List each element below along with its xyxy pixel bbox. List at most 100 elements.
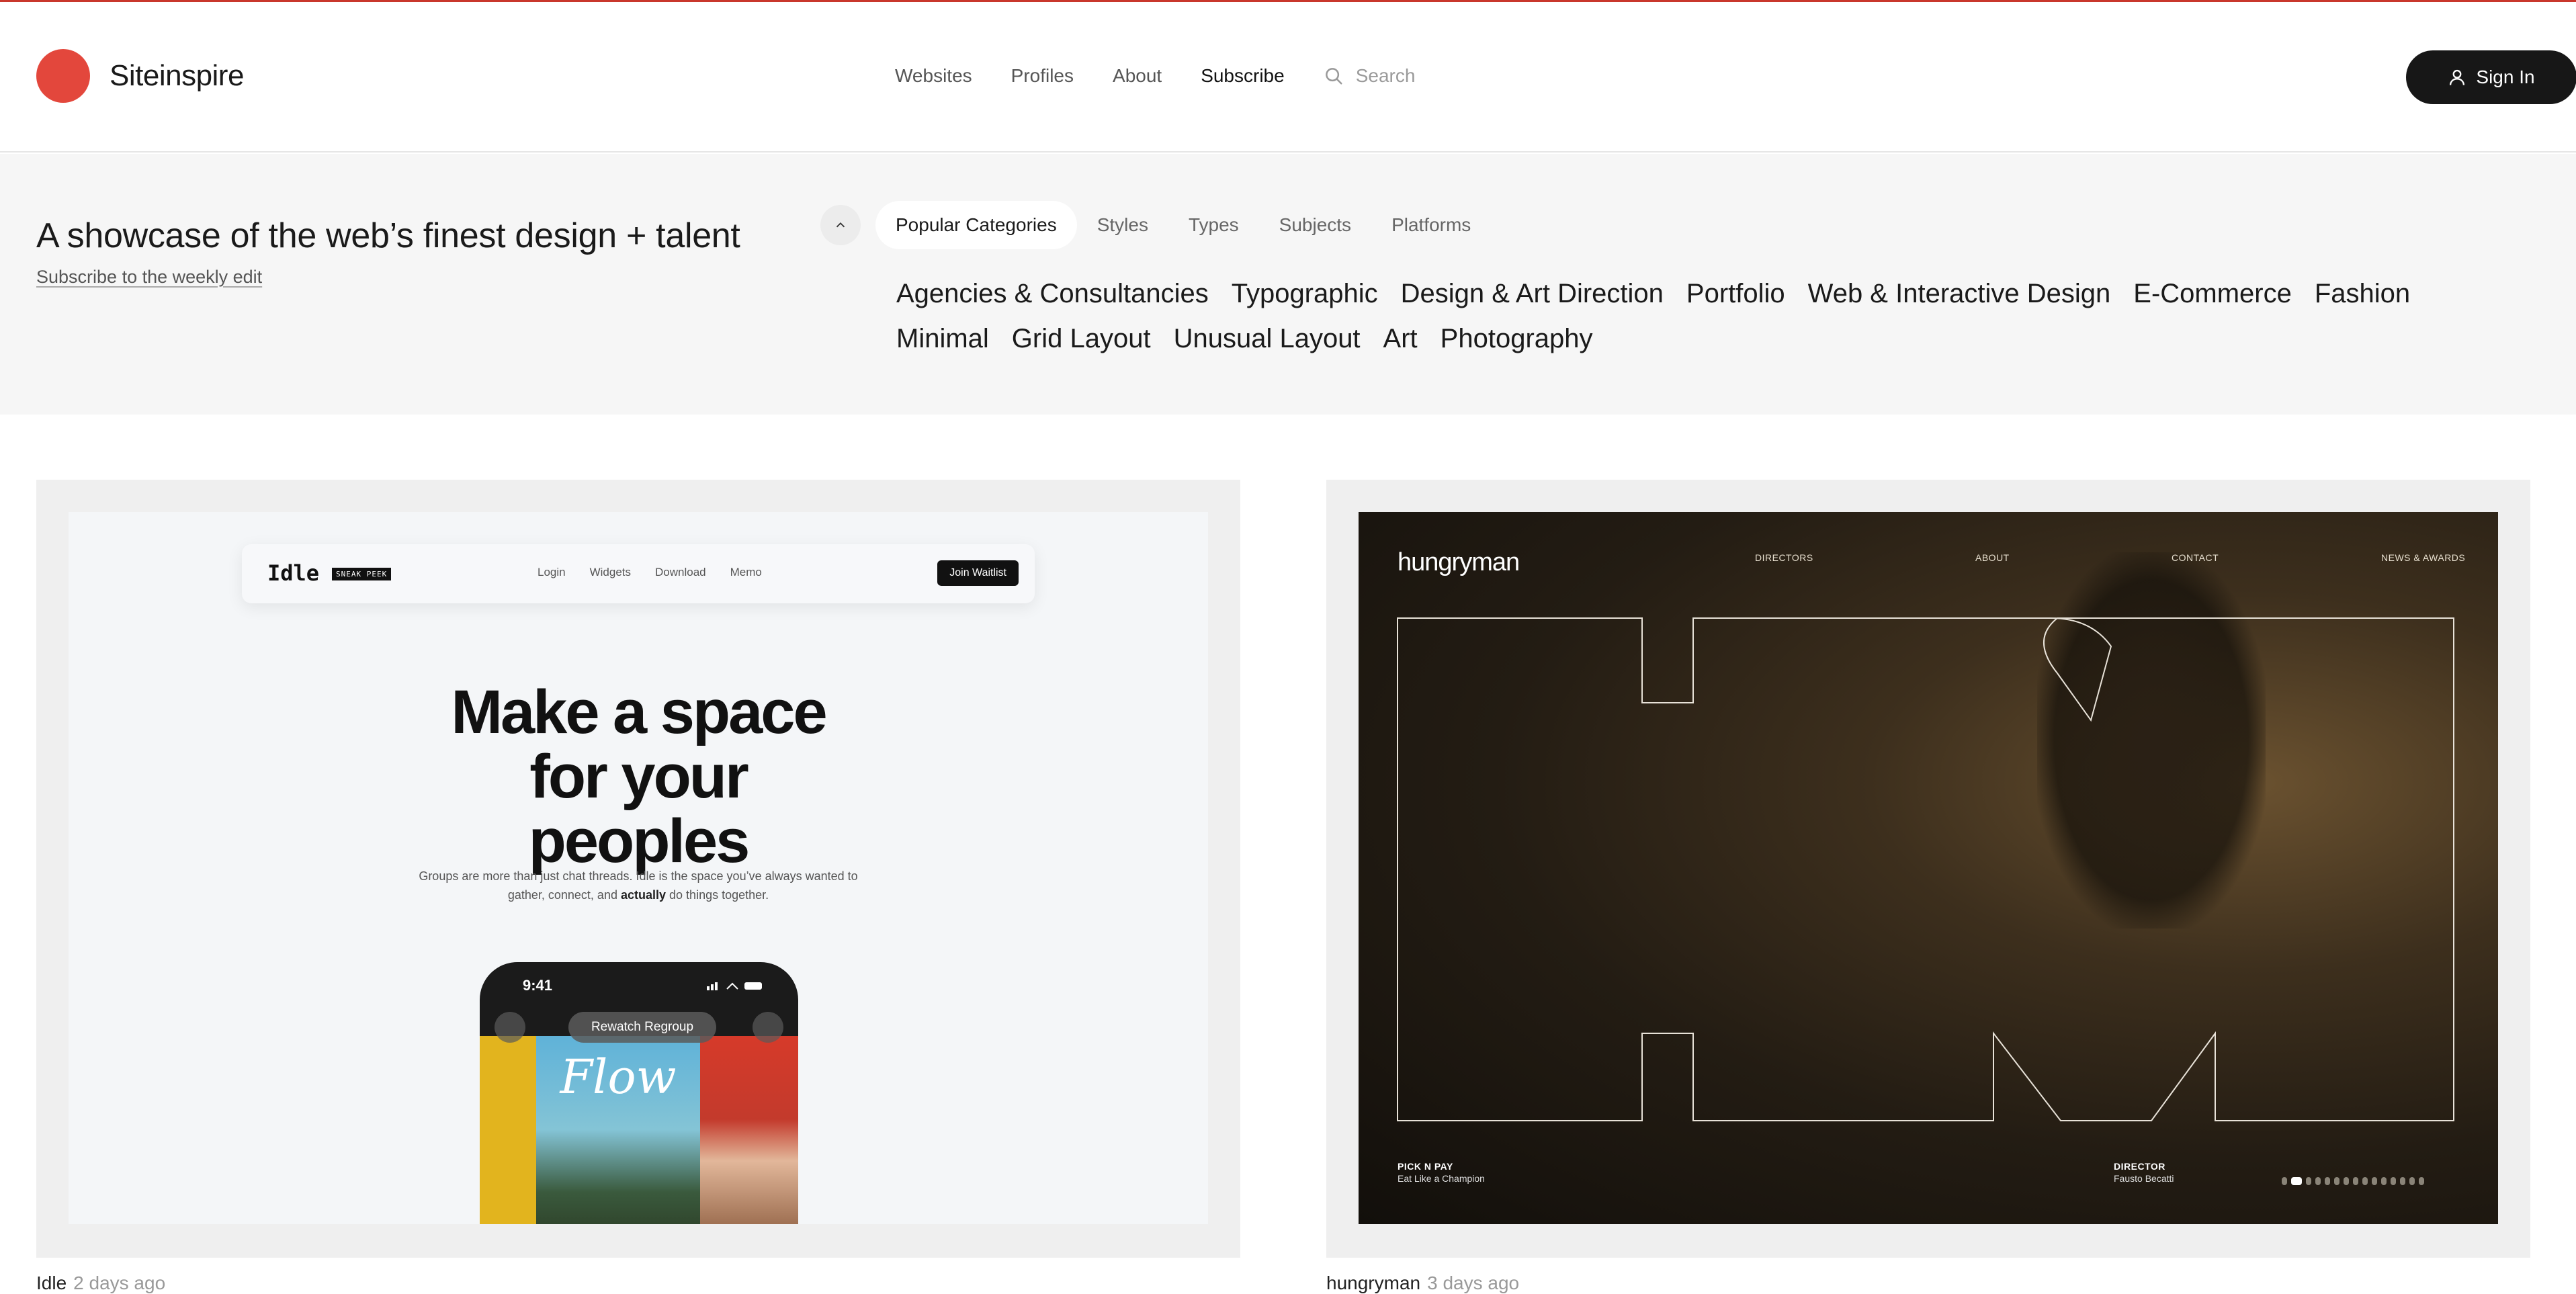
site-screenshot[interactable]: hungryman DIRECTORS ABOUT CONTACT NEWS &… — [1359, 512, 2498, 1224]
category-link[interactable]: Fashion — [2315, 279, 2410, 309]
hm-director: DIRECTOR Fausto Becatti — [2114, 1161, 2174, 1184]
category-link[interactable]: Design & Art Direction — [1401, 279, 1664, 309]
chevron-up-icon — [836, 222, 845, 228]
hm-nav-item: ABOUT — [1975, 552, 2010, 563]
sign-in-button[interactable]: Sign In — [2406, 50, 2576, 104]
slide-dot — [2353, 1177, 2358, 1185]
hero-band: A showcase of the web’s finest design + … — [0, 154, 2576, 415]
poster-right — [700, 1036, 798, 1224]
poster-title: Flow — [560, 1049, 677, 1105]
hero-tagline: A showcase of the web’s finest design + … — [36, 216, 740, 255]
idle-headline: Make a space for your peoples — [451, 678, 827, 875]
nav-websites[interactable]: Websites — [895, 65, 972, 87]
search-input[interactable] — [1355, 65, 1531, 87]
slide-dot — [2381, 1177, 2387, 1185]
category-link[interactable]: Typographic — [1232, 279, 1378, 309]
idle-join-button: Join Waitlist — [937, 560, 1019, 586]
nav-profiles[interactable]: Profiles — [1011, 65, 1074, 87]
card-date: 2 days ago — [73, 1273, 166, 1293]
idle-logo: Idle — [267, 560, 320, 586]
category-link[interactable]: Agencies & Consultancies — [896, 279, 1209, 309]
slide-dot — [2315, 1177, 2321, 1185]
slide-dot — [2391, 1177, 2396, 1185]
card-title: Idle — [36, 1273, 67, 1293]
tab-subjects[interactable]: Subjects — [1259, 201, 1371, 249]
idle-badge: SNEAK PEEK — [332, 568, 392, 580]
sign-in-label: Sign In — [2476, 67, 2535, 87]
collapse-categories-button[interactable] — [820, 205, 861, 245]
idle-link: Login — [538, 566, 566, 578]
search-box[interactable] — [1324, 65, 1531, 87]
poster-main: Flow — [536, 1036, 700, 1224]
hm-logo: hungryman — [1398, 548, 1520, 576]
subscribe-weekly-link[interactable]: Subscribe to the weekly edit — [36, 267, 262, 288]
tab-styles[interactable]: Styles — [1077, 201, 1168, 249]
status-icons — [707, 982, 762, 990]
category-tabs: Popular Categories Styles Types Subjects… — [875, 201, 1491, 249]
poster-left — [480, 1036, 536, 1224]
category-link[interactable]: Web & Interactive Design — [1808, 279, 2111, 309]
brand-name[interactable]: Siteinspire — [110, 59, 244, 93]
card-title: hungryman — [1326, 1273, 1421, 1293]
category-link[interactable]: Grid Layout — [1012, 324, 1151, 354]
category-link[interactable]: Portfolio — [1686, 279, 1785, 309]
category-link[interactable]: Unusual Layout — [1174, 324, 1361, 354]
site-screenshot[interactable]: Idle SNEAK PEEK Login Widgets Download M… — [69, 512, 1208, 1224]
main-nav: Websites Profiles About Subscribe — [895, 65, 1531, 87]
idle-subtext-line: gather, connect, and actually do things … — [507, 888, 769, 902]
site-header: Siteinspire Websites Profiles About Subs… — [0, 2, 2576, 153]
category-row: Agencies & Consultancies Typographic Des… — [896, 279, 2509, 309]
category-row: Minimal Grid Layout Unusual Layout Art P… — [896, 324, 2509, 354]
category-list: Agencies & Consultancies Typographic Des… — [896, 279, 2509, 369]
phone-mockup: Flow 9:41 Rewatch Regroup — [480, 962, 798, 1224]
idle-links: Login Widgets Download Memo — [538, 566, 786, 579]
idle-link: Widgets — [589, 566, 632, 578]
category-link[interactable]: Minimal — [896, 324, 989, 354]
phone-pill: Rewatch Regroup — [568, 1012, 716, 1043]
slide-dot — [2344, 1177, 2349, 1185]
site-card-hungryman[interactable]: hungryman DIRECTORS ABOUT CONTACT NEWS &… — [1326, 480, 2530, 1258]
card-date: 3 days ago — [1427, 1273, 1520, 1293]
tab-platforms[interactable]: Platforms — [1371, 201, 1491, 249]
slide-dot — [2362, 1177, 2368, 1185]
hm-nav-item: CONTACT — [2172, 552, 2219, 563]
hm-nav-item: DIRECTORS — [1755, 552, 1813, 563]
idle-subtext: Groups are more than just chat threads. … — [69, 867, 1208, 904]
slide-dot — [2325, 1177, 2330, 1185]
idle-link: Download — [655, 566, 706, 578]
slide-dot — [2282, 1177, 2287, 1185]
slide-dot — [2372, 1177, 2377, 1185]
slide-dot — [2419, 1177, 2424, 1185]
category-link[interactable]: Photography — [1441, 324, 1593, 354]
category-link[interactable]: Art — [1383, 324, 1418, 354]
tab-popular-categories[interactable]: Popular Categories — [875, 201, 1077, 249]
slide-dot — [2409, 1177, 2415, 1185]
logo-mark[interactable] — [36, 49, 90, 103]
phone-time: 9:41 — [523, 977, 553, 994]
hm-director-label: DIRECTOR — [2114, 1161, 2165, 1172]
idle-link: Memo — [730, 566, 762, 578]
hm-outline-logo — [1397, 617, 2454, 1121]
card-caption[interactable]: hungryman 3 days ago — [1326, 1273, 1519, 1294]
hm-director-value: Fausto Becatti — [2114, 1173, 2174, 1184]
hm-nav-item: NEWS & AWARDS — [2381, 552, 2466, 563]
nav-subscribe[interactable]: Subscribe — [1201, 65, 1285, 87]
idle-subtext-line: Groups are more than just chat threads. … — [419, 869, 858, 883]
search-icon — [1325, 68, 1342, 85]
grid-icon — [753, 1012, 783, 1043]
card-caption[interactable]: Idle 2 days ago — [36, 1273, 165, 1294]
slide-dot — [2400, 1177, 2405, 1185]
chevron-left-icon — [495, 1012, 525, 1043]
hm-client-label: PICK N PAY — [1398, 1161, 1453, 1172]
slide-dot — [2334, 1177, 2339, 1185]
slide-dots — [2282, 1177, 2428, 1185]
tab-types[interactable]: Types — [1168, 201, 1259, 249]
site-card-idle[interactable]: Idle SNEAK PEEK Login Widgets Download M… — [36, 480, 1240, 1258]
slide-dot — [2306, 1177, 2311, 1185]
hm-client-value: Eat Like a Champion — [1398, 1173, 1485, 1184]
category-link[interactable]: E-Commerce — [2133, 279, 2292, 309]
idle-navbar: Idle SNEAK PEEK Login Widgets Download M… — [242, 544, 1035, 603]
user-icon — [2450, 69, 2465, 85]
hm-client: PICK N PAY Eat Like a Champion — [1398, 1161, 1485, 1184]
nav-about[interactable]: About — [1113, 65, 1162, 87]
